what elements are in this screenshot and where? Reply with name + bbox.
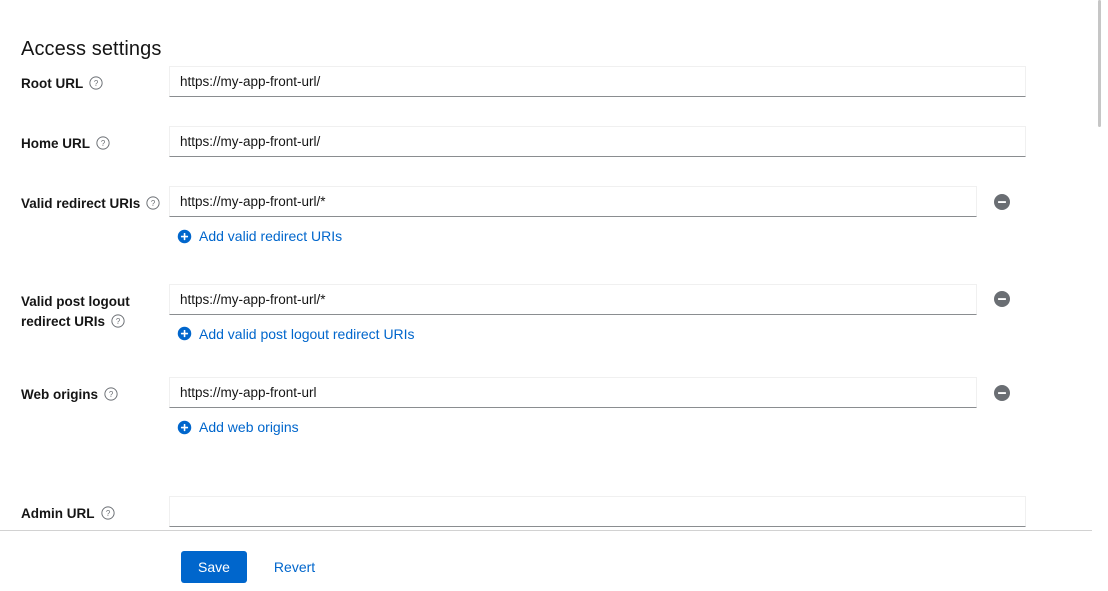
valid-post-logout-redirect-uris-input[interactable] [169, 283, 977, 315]
svg-text:?: ? [151, 199, 156, 208]
add-valid-post-logout-redirect-uris-link[interactable]: Add valid post logout redirect URIs [177, 324, 415, 344]
input-line-web-origins [169, 377, 1108, 408]
form-row-valid-redirect-uris: Valid redirect URIs? Add valid redirect … [0, 186, 1108, 249]
help-circle-icon[interactable]: ? [146, 196, 160, 210]
access-settings-form: Root URL? Home URL? Valid redirect URI [0, 66, 1108, 527]
form-row-root-url: Root URL? [0, 66, 1108, 97]
plus-circle-icon [177, 326, 192, 341]
add-web-origins-label: Add web origins [199, 419, 299, 435]
control-cell-home-url [169, 126, 1108, 157]
field-label-home-url: Home URL [21, 136, 91, 151]
add-web-origins-link[interactable]: Add web origins [177, 417, 299, 437]
form-row-web-origins: Web origins? Add web origins [0, 377, 1108, 440]
plus-circle-icon [177, 229, 192, 244]
svg-text:?: ? [105, 508, 110, 517]
revert-button[interactable]: Revert [272, 551, 317, 583]
input-line-root-url [169, 66, 1108, 97]
input-line-admin-url [169, 495, 1108, 527]
label-cell-valid-redirect-uris: Valid redirect URIs? [0, 186, 169, 214]
plus-circle-icon [177, 420, 192, 435]
label-cell-root-url: Root URL? [0, 66, 169, 94]
control-cell-admin-url [169, 495, 1108, 527]
label-cell-admin-url: Admin URL? [0, 496, 169, 524]
label-cell-valid-post-logout-redirect-uris: Valid post logout redirect URIs? [0, 284, 169, 332]
minus-circle-icon [994, 384, 1010, 401]
field-label-admin-url: Admin URL [21, 505, 95, 521]
add-valid-redirect-uris-link[interactable]: Add valid redirect URIs [177, 226, 342, 246]
field-label-web-origins: Web origins [21, 387, 99, 402]
form-row-valid-post-logout-redirect-uris: Valid post logout redirect URIs? Add val… [0, 283, 1108, 347]
svg-text:?: ? [94, 79, 99, 88]
web-origins-input[interactable] [169, 377, 977, 408]
label-cell-home-url: Home URL? [0, 126, 169, 154]
page-title: Access settings [21, 38, 162, 61]
control-cell-valid-redirect-uris: Add valid redirect URIs [169, 186, 1108, 249]
field-label-root-url: Root URL [21, 76, 84, 91]
control-cell-root-url [169, 66, 1108, 97]
remove-valid-redirect-uris-button[interactable] [993, 193, 1011, 211]
minus-circle-icon [994, 291, 1010, 307]
footer-divider [0, 530, 1092, 531]
save-button[interactable]: Save [181, 551, 247, 583]
valid-redirect-uris-input[interactable] [169, 186, 977, 217]
help-circle-icon[interactable]: ? [100, 505, 115, 520]
add-valid-redirect-uris-label: Add valid redirect URIs [199, 228, 343, 244]
control-cell-web-origins: Add web origins [169, 377, 1108, 440]
form-actions: Save Revert [181, 551, 317, 583]
page-scrollbar[interactable] [1093, 0, 1108, 591]
input-line-valid-redirect-uris [169, 186, 1108, 217]
form-row-home-url: Home URL? [0, 126, 1108, 157]
svg-text:?: ? [109, 390, 114, 399]
field-label-valid-redirect-uris: Valid redirect URIs [21, 196, 141, 211]
remove-web-origins-button[interactable] [993, 384, 1011, 402]
input-line-valid-post-logout-redirect-uris [169, 283, 1108, 315]
help-circle-icon[interactable]: ? [104, 387, 118, 401]
minus-circle-icon [994, 193, 1010, 210]
home-url-input[interactable] [169, 126, 1026, 157]
help-circle-icon[interactable]: ? [96, 136, 110, 150]
form-row-admin-url: Admin URL? [0, 495, 1108, 527]
remove-valid-post-logout-redirect-uris-button[interactable] [993, 290, 1011, 308]
root-url-input[interactable] [169, 66, 1026, 97]
access-settings-page: Access settings Root URL? Home URL? [0, 0, 1108, 591]
svg-text:?: ? [116, 316, 121, 325]
label-cell-web-origins: Web origins? [0, 377, 169, 405]
admin-url-input[interactable] [169, 495, 1026, 527]
help-circle-icon[interactable]: ? [111, 313, 125, 328]
svg-text:?: ? [101, 139, 106, 148]
add-valid-post-logout-redirect-uris-label: Add valid post logout redirect URIs [199, 325, 415, 342]
control-cell-valid-post-logout-redirect-uris: Add valid post logout redirect URIs [169, 283, 1108, 347]
input-line-home-url [169, 126, 1108, 157]
scrollbar-thumb[interactable] [1098, 0, 1101, 127]
help-circle-icon[interactable]: ? [89, 76, 103, 90]
